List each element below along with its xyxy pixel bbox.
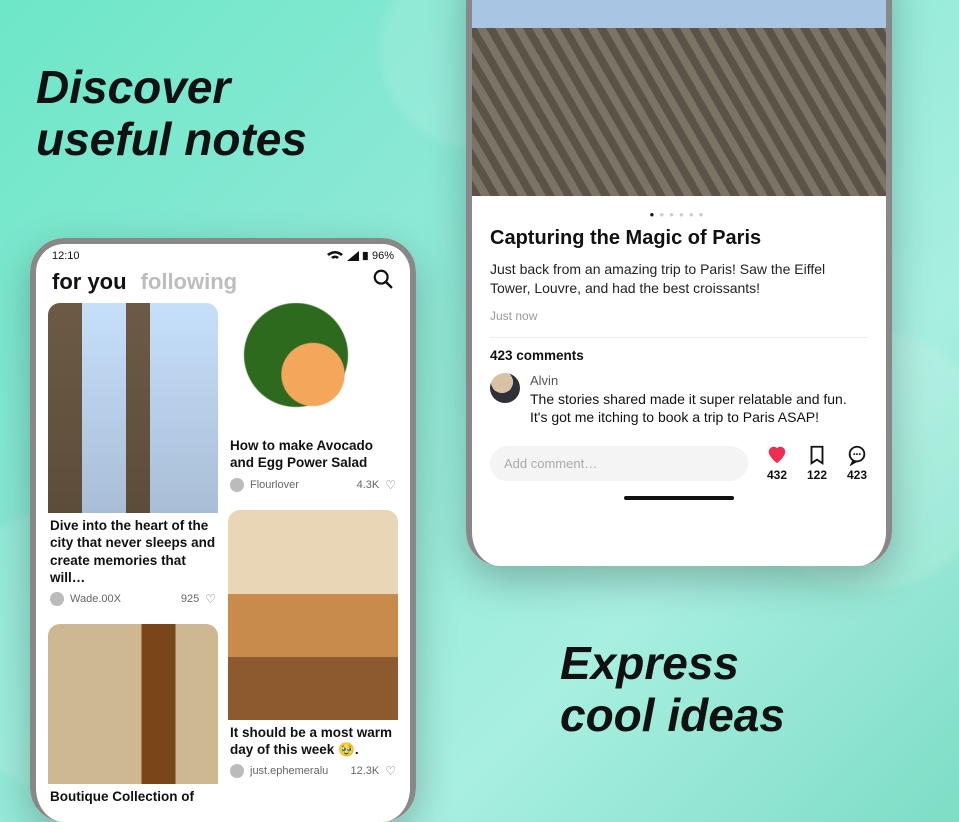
add-comment-placeholder: Add comment… bbox=[504, 456, 597, 471]
feed-card-image bbox=[228, 510, 398, 720]
feed-card-image bbox=[228, 303, 398, 433]
tab-for-you[interactable]: for you bbox=[52, 269, 127, 295]
home-indicator[interactable] bbox=[624, 496, 734, 500]
like-count: 432 bbox=[767, 468, 787, 482]
feed-card-image bbox=[48, 624, 218, 784]
post-hero-image[interactable] bbox=[472, 0, 886, 196]
like-button[interactable]: 432 bbox=[766, 444, 788, 482]
post-title: Capturing the Magic of Paris bbox=[490, 227, 868, 250]
status-time: 12:10 bbox=[52, 250, 80, 262]
headline-express-line2: cool ideas bbox=[560, 689, 785, 741]
avatar-icon bbox=[50, 592, 64, 606]
heart-icon[interactable]: ♡ bbox=[385, 478, 396, 492]
feed-card-likes: 12.3K bbox=[350, 765, 379, 777]
battery-icon bbox=[362, 251, 369, 261]
comments-button[interactable]: 423 bbox=[846, 444, 868, 482]
headline-discover-line1: Discover bbox=[36, 61, 230, 113]
headline-express-line1: Express bbox=[560, 637, 739, 689]
bookmark-icon bbox=[806, 444, 828, 466]
headline-express: Express cool ideas bbox=[560, 638, 785, 741]
heart-icon[interactable]: ♡ bbox=[385, 764, 396, 778]
feed-card-image bbox=[48, 303, 218, 513]
feed-grid[interactable]: Dive into the heart of the city that nev… bbox=[36, 303, 410, 822]
comment-count: 423 bbox=[847, 468, 867, 482]
feed-card-title: How to make Avocado and Egg Power Salad bbox=[230, 437, 396, 472]
heart-icon[interactable]: ♡ bbox=[205, 592, 216, 606]
feed-card-title: Boutique Collection of bbox=[50, 788, 216, 805]
feed-card-author: Flourlover bbox=[250, 479, 299, 491]
post-action-bar: Add comment… 432 122 423 bbox=[472, 438, 886, 492]
comment-author: Alvin bbox=[530, 373, 868, 388]
wifi-icon bbox=[326, 251, 344, 261]
phone-feed: 12:10 96% for you following Dive into bbox=[30, 238, 416, 822]
post-timestamp: Just now bbox=[490, 309, 868, 323]
avatar-icon bbox=[230, 764, 244, 778]
feed-tabs: for you following bbox=[36, 264, 410, 303]
comment-icon bbox=[846, 444, 868, 466]
feed-card-title: It should be a most warm day of this wee… bbox=[230, 724, 396, 759]
save-count: 122 bbox=[807, 468, 827, 482]
feed-card-author: Wade.00X bbox=[70, 593, 121, 605]
add-comment-input[interactable]: Add comment… bbox=[490, 446, 748, 481]
avatar-icon bbox=[230, 478, 244, 492]
avatar-icon bbox=[490, 373, 520, 403]
status-bar: 12:10 96% bbox=[36, 244, 410, 264]
post-body: Just back from an amazing trip to Paris!… bbox=[490, 260, 868, 299]
feed-card-boots[interactable]: Boutique Collection of bbox=[48, 624, 218, 813]
feed-card-likes: 925 bbox=[181, 593, 199, 605]
comment-item[interactable]: Alvin The stories shared made it super r… bbox=[490, 373, 868, 426]
search-icon[interactable] bbox=[372, 268, 394, 295]
feed-card-title: Dive into the heart of the city that nev… bbox=[50, 517, 216, 586]
carousel-dots[interactable]: ●●●●●● bbox=[490, 210, 868, 219]
feed-card-nyc[interactable]: Dive into the heart of the city that nev… bbox=[48, 303, 218, 614]
phone-post-detail: ●●●●●● Capturing the Magic of Paris Just… bbox=[466, 0, 892, 566]
heart-icon bbox=[766, 444, 788, 466]
comments-count[interactable]: 423 comments bbox=[490, 348, 868, 363]
signal-icon bbox=[347, 251, 359, 261]
feed-card-likes: 4.3K bbox=[357, 479, 380, 491]
tab-following[interactable]: following bbox=[141, 269, 238, 295]
headline-discover: Discover useful notes bbox=[36, 62, 307, 165]
save-button[interactable]: 122 bbox=[806, 444, 828, 482]
feed-card-interior[interactable]: It should be a most warm day of this wee… bbox=[228, 510, 398, 787]
status-battery: 96% bbox=[372, 250, 394, 262]
feed-card-salad[interactable]: How to make Avocado and Egg Power Salad … bbox=[228, 303, 398, 500]
feed-card-author: just.ephemeralu bbox=[250, 765, 328, 777]
comment-body: The stories shared made it super relatab… bbox=[530, 390, 868, 426]
headline-discover-line2: useful notes bbox=[36, 113, 307, 165]
divider bbox=[490, 337, 868, 338]
